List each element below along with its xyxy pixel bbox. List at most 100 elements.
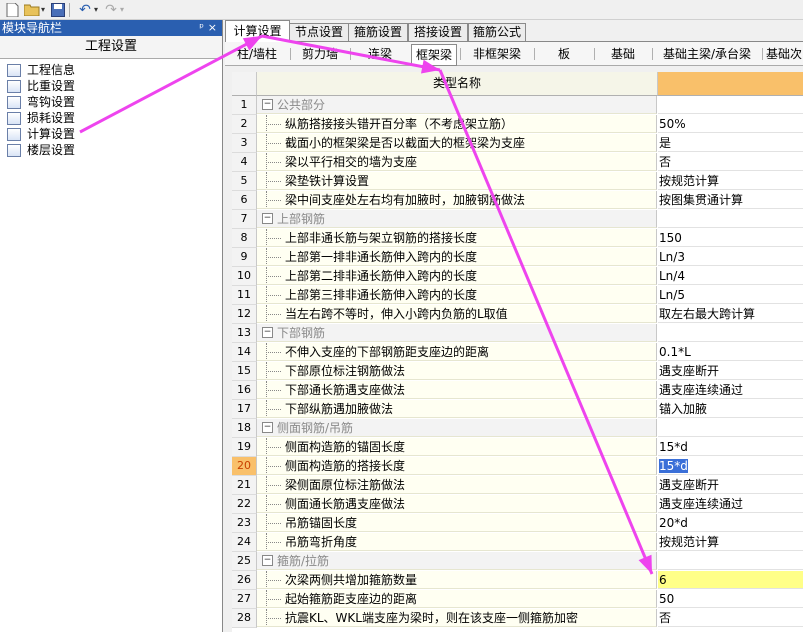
- row-value[interactable]: 6: [658, 571, 803, 589]
- grid-row[interactable]: 23 吊筋锚固长度 20*d: [232, 514, 803, 533]
- subtab-3[interactable]: 连梁: [350, 44, 409, 64]
- tab-1[interactable]: 计算设置: [225, 20, 290, 42]
- subtab-4[interactable]: 框架梁: [411, 44, 457, 66]
- row-name: 吊筋弯折角度: [257, 533, 657, 551]
- grid-row[interactable]: 15 下部原位标注钢筋做法 遇支座断开: [232, 362, 803, 381]
- grid-row[interactable]: 28 抗震KL、WKL端支座为梁时，则在该支座一侧箍筋加密 否: [232, 609, 803, 628]
- grid-row[interactable]: 8 上部非通长筋与架立钢筋的搭接长度 150: [232, 229, 803, 248]
- row-name-text: 吊筋锚固长度: [285, 516, 358, 530]
- grid-row[interactable]: 14 不伸入支座的下部钢筋距支座边的距离 0.1*L: [232, 343, 803, 362]
- close-icon[interactable]: ×: [208, 20, 217, 36]
- grid-row[interactable]: 6 梁中间支座处左右均有加腋时，加腋钢筋做法 按图集贯通计算: [232, 191, 803, 210]
- tab-3[interactable]: 箍筋设置: [348, 23, 408, 41]
- collapse-toggle-icon[interactable]: −: [262, 422, 273, 433]
- pin-icon[interactable]: ᵖ: [199, 20, 204, 36]
- nav-item[interactable]: 工程信息: [0, 62, 222, 78]
- row-value[interactable]: Ln/4: [658, 267, 803, 285]
- row-value[interactable]: [658, 419, 803, 437]
- grid-group-row[interactable]: 25− 箍筋/拉筋: [232, 552, 803, 571]
- row-value[interactable]: [658, 210, 803, 228]
- grid-row[interactable]: 10 上部第二排非通长筋伸入跨内的长度 Ln/4: [232, 267, 803, 286]
- row-value[interactable]: Ln/5: [658, 286, 803, 304]
- dropdown-arrow-icon[interactable]: ▾: [119, 2, 125, 18]
- nav-item[interactable]: 损耗设置: [0, 110, 222, 126]
- grid-row[interactable]: 5 梁垫铁计算设置 按规范计算: [232, 172, 803, 191]
- grid-row[interactable]: 26 次梁两侧共增加箍筋数量 6: [232, 571, 803, 590]
- subtab-9[interactable]: 基础次: [762, 44, 803, 64]
- row-name-text: 吊筋弯折角度: [285, 535, 358, 549]
- row-value[interactable]: 遇支座断开: [658, 362, 803, 380]
- nav-panel-header: 模块导航栏 ᵖ ×: [0, 20, 222, 36]
- row-value[interactable]: 15*d: [658, 438, 803, 456]
- nav-item[interactable]: 弯钩设置: [0, 94, 222, 110]
- row-value[interactable]: 锚入加腋: [658, 400, 803, 418]
- row-number: 16: [232, 381, 257, 400]
- dropdown-arrow-icon[interactable]: ▾: [40, 2, 46, 18]
- row-value[interactable]: 取左右最大跨计算: [658, 305, 803, 323]
- row-value[interactable]: 0.1*L: [658, 343, 803, 361]
- subtab-6[interactable]: 板: [534, 44, 593, 64]
- new-file-icon[interactable]: [4, 2, 20, 18]
- grid-row[interactable]: 24 吊筋弯折角度 按规范计算: [232, 533, 803, 552]
- grid-row[interactable]: 22 侧面通长筋遇支座做法 遇支座连续通过: [232, 495, 803, 514]
- grid-row[interactable]: 4 梁以平行相交的墙为支座 否: [232, 153, 803, 172]
- collapse-toggle-icon[interactable]: −: [262, 99, 273, 110]
- row-value[interactable]: [658, 324, 803, 342]
- row-value[interactable]: 遇支座连续通过: [658, 495, 803, 513]
- subtab-5[interactable]: 非框架梁: [460, 44, 533, 64]
- row-value[interactable]: 按规范计算: [658, 533, 803, 551]
- row-value[interactable]: 50%: [658, 115, 803, 133]
- row-value-text: 50: [659, 592, 675, 606]
- subtab-2[interactable]: 剪力墙: [290, 44, 349, 64]
- nav-item[interactable]: 楼层设置: [0, 142, 222, 158]
- collapse-toggle-icon[interactable]: −: [262, 327, 273, 338]
- nav-item[interactable]: 比重设置: [0, 78, 222, 94]
- grid-row[interactable]: 21 梁侧面原位标注筋做法 遇支座断开: [232, 476, 803, 495]
- tab-5[interactable]: 箍筋公式: [468, 23, 526, 41]
- row-value[interactable]: 20*d: [658, 514, 803, 532]
- grid-row[interactable]: 12 当左右跨不等时，伸入小跨内负筋的L取值 取左右最大跨计算: [232, 305, 803, 324]
- row-value[interactable]: 15*d: [658, 457, 803, 475]
- grid-row[interactable]: 27 起始箍筋距支座边的距离 50: [232, 590, 803, 609]
- row-value[interactable]: 否: [658, 153, 803, 171]
- undo-icon[interactable]: ↶: [77, 2, 93, 18]
- redo-icon[interactable]: ↷: [103, 2, 119, 18]
- grid-row[interactable]: 16 下部通长筋遇支座做法 遇支座连续通过: [232, 381, 803, 400]
- nav-section-button[interactable]: 工程设置: [0, 36, 222, 59]
- dropdown-arrow-icon[interactable]: ▾: [93, 2, 99, 18]
- subtab-1[interactable]: 柱/墙柱: [225, 44, 289, 64]
- grid-group-row[interactable]: 1− 公共部分: [232, 96, 803, 115]
- row-value[interactable]: 按规范计算: [658, 172, 803, 190]
- grid-row[interactable]: 20 侧面构造筋的搭接长度 15*d: [232, 457, 803, 476]
- open-folder-icon[interactable]: [24, 2, 40, 18]
- tab-2[interactable]: 节点设置: [289, 23, 349, 41]
- grid-row[interactable]: 3 截面小的框架梁是否以截面大的框架梁为支座 是: [232, 134, 803, 153]
- collapse-toggle-icon[interactable]: −: [262, 555, 273, 566]
- row-value[interactable]: 150: [658, 229, 803, 247]
- row-value[interactable]: 按图集贯通计算: [658, 191, 803, 209]
- row-value[interactable]: 遇支座连续通过: [658, 381, 803, 399]
- nav-item[interactable]: 计算设置: [0, 126, 222, 142]
- row-value[interactable]: 否: [658, 609, 803, 627]
- row-value[interactable]: [658, 96, 803, 114]
- nav-item-label: 比重设置: [27, 79, 76, 93]
- collapse-toggle-icon[interactable]: −: [262, 213, 273, 224]
- grid-row[interactable]: 2 纵筋搭接接头错开百分率（不考虑架立筋） 50%: [232, 115, 803, 134]
- row-value[interactable]: 是: [658, 134, 803, 152]
- grid-row[interactable]: 9 上部第一排非通长筋伸入跨内的长度 Ln/3: [232, 248, 803, 267]
- row-value[interactable]: 50: [658, 590, 803, 608]
- grid-group-row[interactable]: 13− 下部钢筋: [232, 324, 803, 343]
- row-value-text: 按规范计算: [659, 174, 720, 188]
- subtab-7[interactable]: 基础: [594, 44, 651, 64]
- grid-group-row[interactable]: 18− 侧面钢筋/吊筋: [232, 419, 803, 438]
- row-value[interactable]: [658, 552, 803, 570]
- grid-group-row[interactable]: 7− 上部钢筋: [232, 210, 803, 229]
- grid-row[interactable]: 17 下部纵筋遇加腋做法 锚入加腋: [232, 400, 803, 419]
- tab-4[interactable]: 搭接设置: [408, 23, 468, 41]
- grid-row[interactable]: 19 侧面构造筋的锚固长度 15*d: [232, 438, 803, 457]
- subtab-8[interactable]: 基础主梁/承台梁: [652, 44, 761, 64]
- grid-row[interactable]: 11 上部第三排非通长筋伸入跨内的长度 Ln/5: [232, 286, 803, 305]
- row-value[interactable]: 遇支座断开: [658, 476, 803, 494]
- row-value[interactable]: Ln/3: [658, 248, 803, 266]
- save-icon[interactable]: [50, 2, 66, 18]
